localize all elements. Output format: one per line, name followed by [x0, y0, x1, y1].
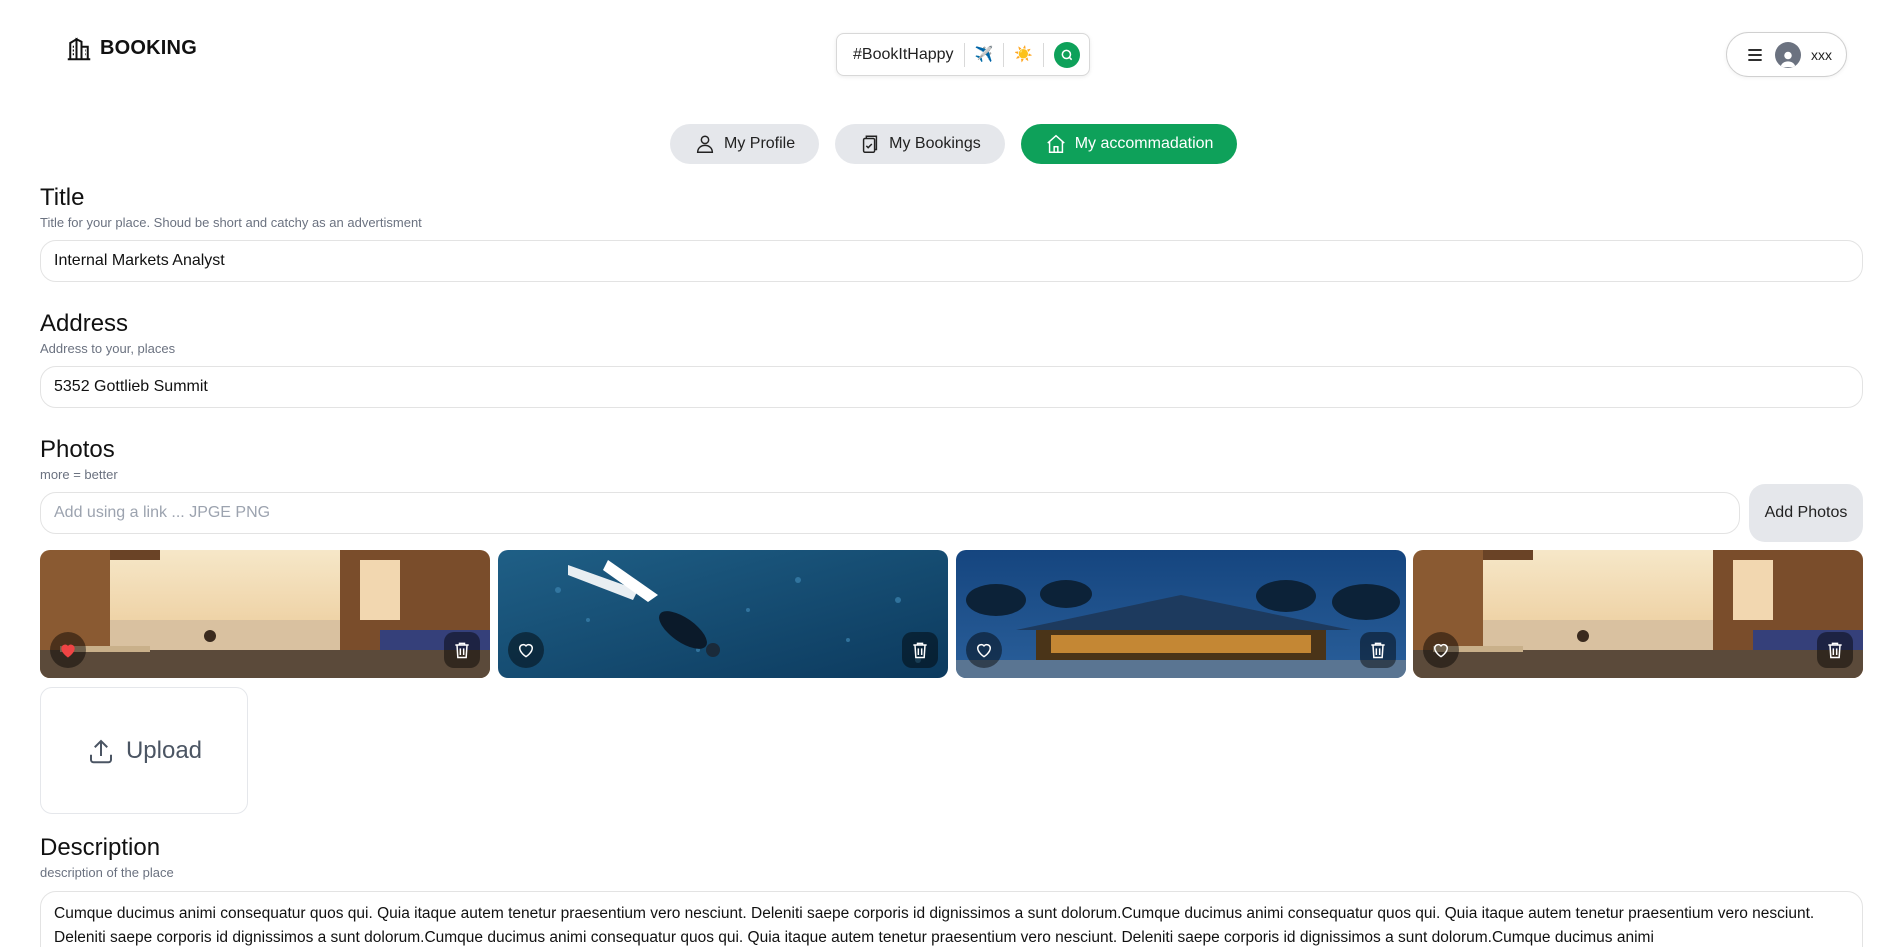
heart-outline-icon: [518, 643, 534, 658]
photo-image: [1413, 550, 1863, 678]
user-name: xxx: [1811, 46, 1832, 63]
add-photos-button[interactable]: Add Photos: [1749, 484, 1863, 542]
delete-photo-button[interactable]: [1360, 632, 1396, 668]
address-input[interactable]: 5352 Gottlieb Summit: [40, 366, 1863, 408]
photo-image: [956, 550, 1406, 678]
title-hint: Title for your place. Shoud be short and…: [40, 215, 422, 230]
person-icon: [696, 135, 714, 153]
trash-icon: [455, 642, 469, 659]
photo-link-input[interactable]: Add using a link ... JPGE PNG: [40, 492, 1740, 534]
tab-my-profile[interactable]: My Profile: [670, 124, 820, 164]
account-tabs: My Profile My Bookings My accommadation: [670, 124, 1238, 164]
search-button[interactable]: [1053, 41, 1080, 68]
airplane-icon[interactable]: ✈️: [975, 47, 994, 62]
photo-thumbnail[interactable]: [498, 550, 948, 678]
title-heading: Title: [40, 184, 85, 211]
search-hashtag: #BookItHappy: [853, 45, 954, 63]
title-input[interactable]: Internal Markets Analyst: [40, 240, 1863, 282]
avatar: [1775, 41, 1801, 68]
tab-label: My Bookings: [889, 135, 981, 152]
upload-label: Upload: [125, 736, 203, 764]
address-heading: Address: [40, 310, 129, 337]
delete-photo-button[interactable]: [902, 632, 938, 668]
heart-filled-icon: [61, 644, 75, 658]
clipboard-check-icon: [862, 135, 878, 153]
heart-outline-icon: [976, 643, 992, 658]
divider: [1003, 42, 1005, 67]
brand-name: BOOKING: [100, 36, 197, 59]
favorite-button[interactable]: [50, 632, 86, 668]
photos-heading: Photos: [40, 436, 115, 463]
tab-my-bookings[interactable]: My Bookings: [835, 124, 1005, 164]
user-menu-button[interactable]: xxx: [1726, 32, 1847, 77]
user-icon: [1780, 51, 1796, 67]
delete-photo-button[interactable]: [444, 632, 480, 668]
upload-icon: [89, 739, 112, 763]
favorite-button[interactable]: [1423, 632, 1459, 668]
divider: [1042, 42, 1044, 67]
divider: [963, 42, 965, 67]
upload-button[interactable]: Upload: [40, 687, 248, 814]
photos-hint: more = better: [40, 467, 118, 482]
description-heading: Description: [40, 834, 161, 861]
photo-image: [498, 550, 948, 678]
tab-my-accommodation[interactable]: My accommadation: [1020, 124, 1238, 164]
menu-icon: [1745, 45, 1765, 65]
tab-label: My Profile: [724, 135, 796, 152]
photo-thumbnail[interactable]: [956, 550, 1406, 678]
trash-icon: [1828, 642, 1842, 659]
description-textarea[interactable]: Cumque ducimus animi consequatur quos qu…: [40, 891, 1863, 947]
brand-logo[interactable]: BOOKING: [64, 33, 197, 63]
trash-icon: [913, 642, 927, 659]
search-icon: [1061, 49, 1073, 60]
search-bar[interactable]: #BookItHappy ✈️ ☀️: [836, 33, 1090, 76]
description-hint: description of the place: [40, 865, 174, 880]
heart-outline-icon: [1433, 643, 1449, 658]
trash-icon: [1371, 642, 1385, 659]
photo-image: [40, 550, 490, 678]
photo-thumbnail[interactable]: [40, 550, 490, 678]
tab-label: My accommadation: [1074, 135, 1214, 152]
favorite-button[interactable]: [966, 632, 1002, 668]
home-icon: [1046, 134, 1065, 153]
favorite-button[interactable]: [508, 632, 544, 668]
photo-thumbnail[interactable]: [1413, 550, 1863, 678]
building-icon: [67, 37, 91, 61]
delete-photo-button[interactable]: [1817, 632, 1853, 668]
address-hint: Address to your, places: [40, 341, 176, 356]
sun-icon[interactable]: ☀️: [1014, 47, 1033, 62]
